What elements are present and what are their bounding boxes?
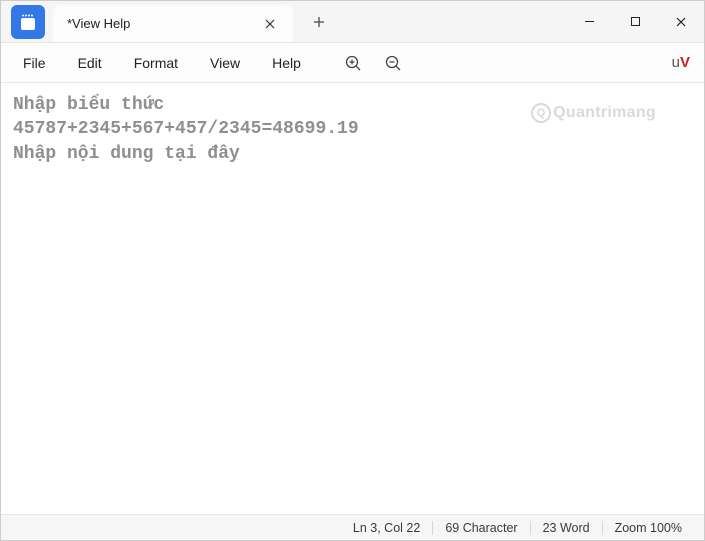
status-words: 23 Word: [530, 521, 602, 535]
new-tab-button[interactable]: [301, 1, 337, 42]
minimize-button[interactable]: [566, 1, 612, 43]
menubar-right: uV: [672, 54, 696, 71]
maximize-button[interactable]: [612, 1, 658, 43]
menu-format[interactable]: Format: [120, 49, 192, 77]
zoom-in-icon[interactable]: [335, 47, 371, 79]
watermark: QQuantrimang: [531, 103, 656, 123]
menu-view[interactable]: View: [196, 49, 254, 77]
line-2: 45787+2345+567+457/2345=48699.19: [13, 119, 359, 139]
watermark-text: Quantrimang: [553, 104, 656, 122]
status-ln-col: Ln 3, Col 22: [341, 521, 432, 535]
menu-edit[interactable]: Edit: [64, 49, 116, 77]
menubar: File Edit Format View Help uV: [1, 43, 704, 83]
app-icon: [11, 5, 45, 39]
menu-file[interactable]: File: [9, 49, 60, 77]
tab-title: *View Help: [67, 16, 247, 31]
brand-mark: uV: [672, 54, 690, 71]
close-tab-icon[interactable]: [257, 11, 283, 37]
close-window-button[interactable]: [658, 1, 704, 43]
window-controls: [566, 1, 704, 42]
status-characters: 69 Character: [432, 521, 529, 535]
menu-help[interactable]: Help: [258, 49, 315, 77]
zoom-out-icon[interactable]: [375, 47, 411, 79]
titlebar: *View Help: [1, 1, 704, 43]
statusbar: Ln 3, Col 22 69 Character 23 Word Zoom 1…: [1, 514, 704, 540]
line-1: Nhập biểu thức: [13, 95, 164, 115]
editor-area[interactable]: Nhập biểu thức 45787+2345+567+457/2345=4…: [1, 83, 704, 514]
titlebar-spacer: [337, 1, 566, 42]
line-3: Nhập nội dung tại đây: [13, 144, 240, 164]
status-zoom[interactable]: Zoom 100%: [602, 521, 694, 535]
watermark-icon: Q: [531, 103, 551, 123]
tab[interactable]: *View Help: [53, 5, 293, 42]
